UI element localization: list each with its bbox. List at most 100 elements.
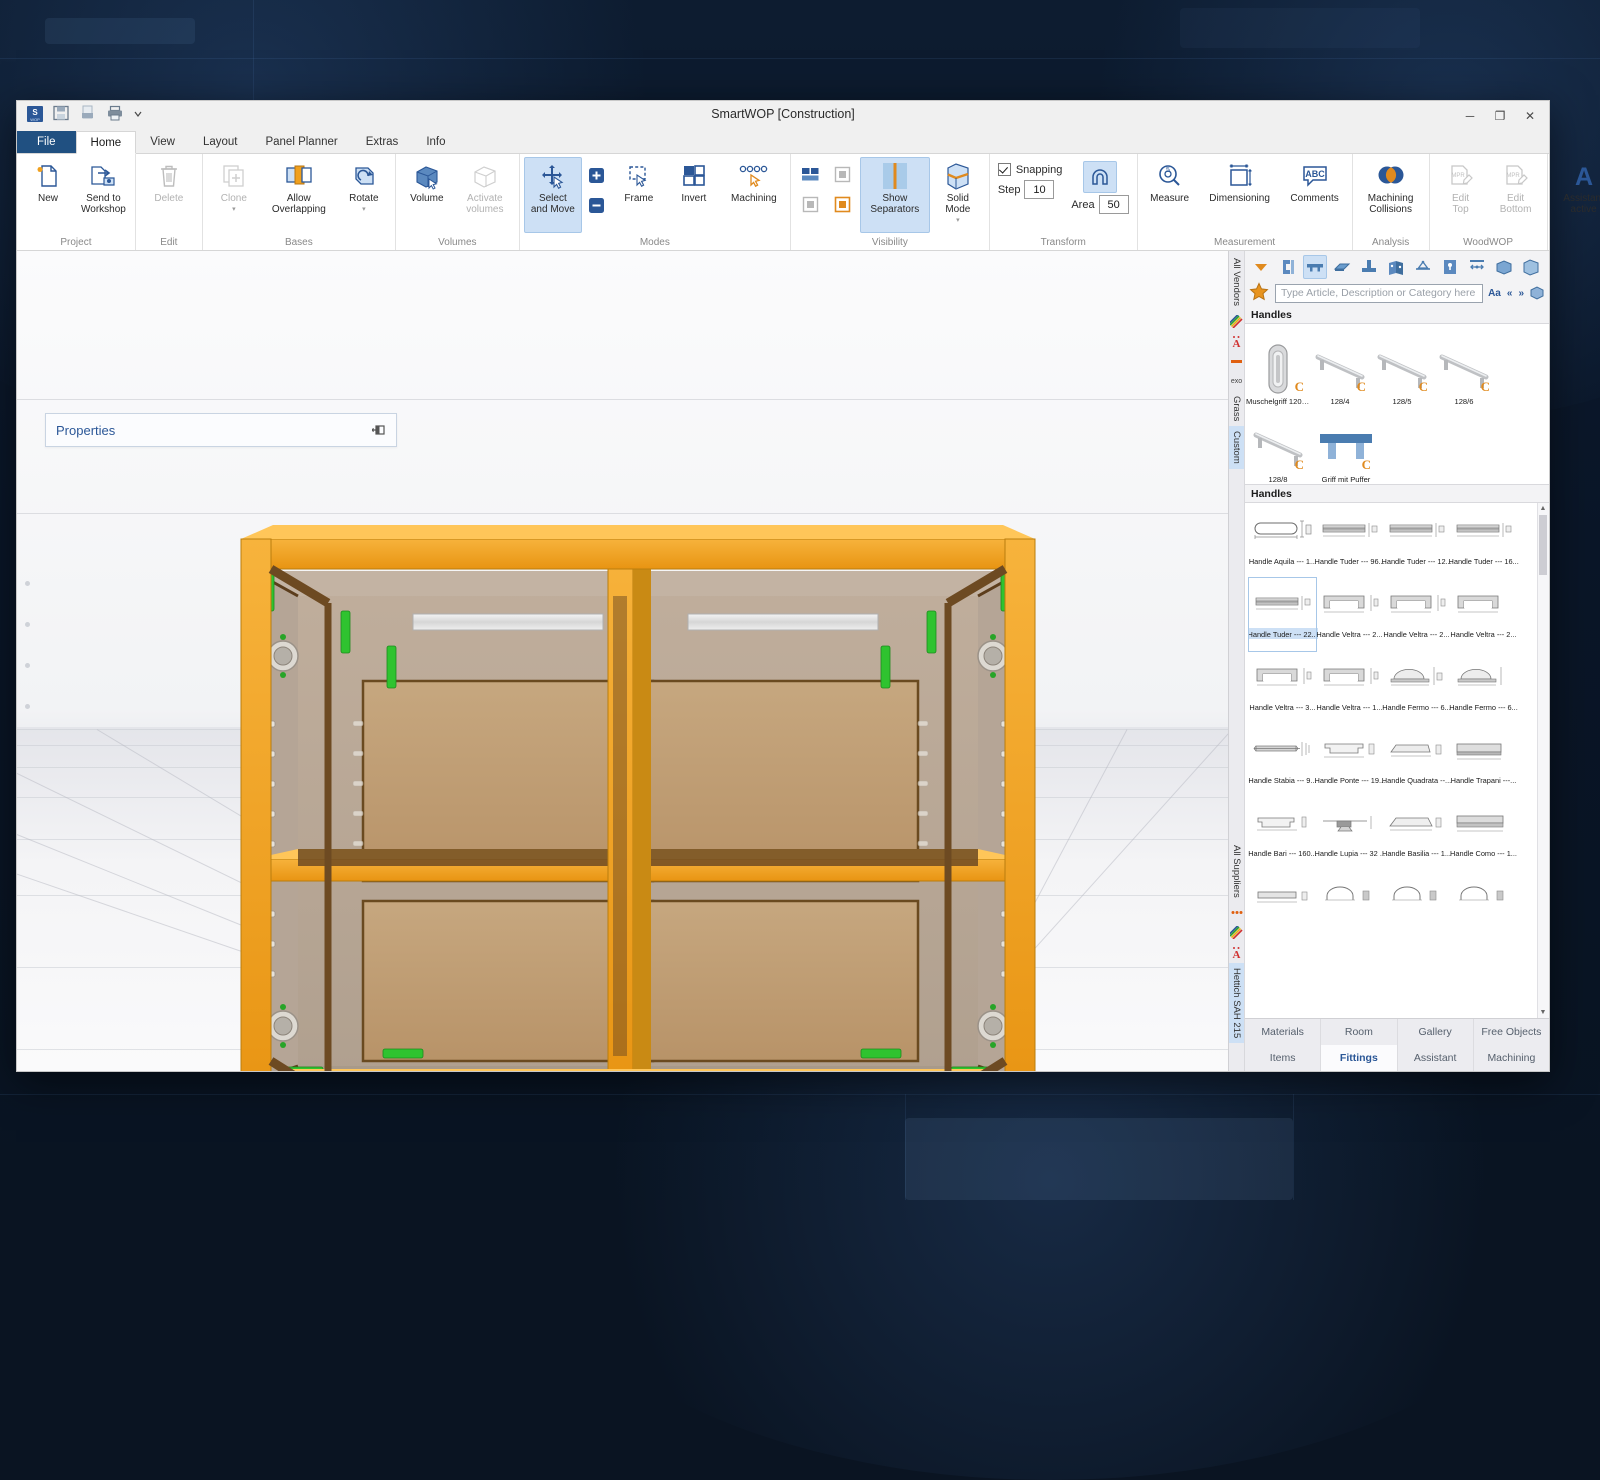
close-button[interactable]: ✕ [1515,103,1545,129]
list-item[interactable] [1249,870,1316,943]
3d-viewport[interactable]: Cabinet Properties [17,251,1228,1071]
ribbon-tab-extras[interactable]: Extras [352,131,413,153]
rotate-button[interactable]: Rotate ▾ [337,157,391,217]
solid-mode-split-arrow-icon[interactable]: ▾ [956,215,960,226]
hinge-plate-icon[interactable] [1384,255,1408,279]
activate-volumes-button[interactable]: Activate volumes [455,157,515,217]
tab-items[interactable]: Items [1245,1045,1321,1071]
step-input[interactable] [1024,180,1054,199]
dimensioning-button[interactable]: Dimensioning [1199,157,1281,206]
show-grid-toggle[interactable] [797,190,825,218]
clone-split-arrow-icon[interactable]: ▾ [232,204,236,215]
list-item[interactable] [1450,870,1517,943]
volume-button[interactable]: Volume [400,157,454,206]
supplier-tab-hettich-sah-215[interactable]: Hettich SAH 215 [1229,963,1244,1043]
list-item[interactable]: Handle Trapani ---... [1450,724,1517,797]
list-item[interactable]: Handle Stabia --- 9... [1249,724,1316,797]
favorite-item[interactable]: Griff mit Puffer C [1309,406,1383,484]
vendor-tab-custom[interactable]: Custom [1229,426,1244,469]
dowel-icon[interactable] [1357,255,1381,279]
list-item[interactable]: Handle Tuder --- 16... [1450,505,1517,578]
select-and-move-button[interactable]: Select and Move [524,157,582,233]
frame-button[interactable]: Frame [612,157,666,206]
show-fittings-toggle[interactable] [829,160,857,188]
edge-banding-icon[interactable] [1330,255,1354,279]
delete-button[interactable]: Delete [140,157,198,206]
catalog-item-list[interactable]: Handle Aquila --- 1... [1245,503,1549,1018]
cabinet-fitting-icon[interactable] [1519,255,1543,279]
ribbon-tab-home[interactable]: Home [76,131,137,154]
lock-fitting-icon[interactable] [1438,255,1462,279]
list-item[interactable]: Handle Tuder --- 22... [1249,578,1316,651]
list-item[interactable]: Handle Veltra --- 3... [1249,651,1316,724]
tab-fittings[interactable]: Fittings [1321,1045,1397,1071]
tab-materials[interactable]: Materials [1245,1019,1321,1045]
rainbow-stripes-icon-2[interactable] [1229,925,1244,941]
clone-button[interactable]: Clone ▾ [207,157,261,217]
shelf-support-icon[interactable] [1303,255,1327,279]
search-options-icon[interactable] [1529,286,1545,300]
expand-chevron-icon[interactable] [1249,255,1273,279]
properties-panel[interactable]: Properties [45,413,397,447]
list-item[interactable] [1383,870,1450,943]
machining-collisions-button[interactable]: Machining Collisions [1357,157,1425,217]
cabinet-model[interactable] [233,451,1043,1071]
catalog-scrollbar[interactable]: ▲ ▼ [1537,503,1549,1018]
rotate-split-arrow-icon[interactable]: ▾ [362,204,366,215]
allow-overlapping-button[interactable]: Allow Overlapping [262,157,336,217]
pin-icon[interactable] [372,424,386,436]
search-input[interactable]: Type Article, Description or Category he… [1275,284,1483,303]
tab-free-objects[interactable]: Free Objects [1474,1019,1549,1045]
list-item[interactable]: Handle Como --- 1... [1450,797,1517,870]
favorite-item[interactable]: 128/4 C [1309,328,1371,406]
area-input[interactable] [1099,195,1129,214]
minimize-button[interactable]: ─ [1455,103,1485,129]
favorite-item[interactable]: 128/8 C [1247,406,1309,484]
ribbon-tab-info[interactable]: Info [412,131,459,153]
machining-button[interactable]: Machining [722,157,786,206]
ribbon-tab-file[interactable]: File [17,131,76,153]
catalog-scrollbar-thumb[interactable] [1539,515,1547,575]
vendor-tab-grass[interactable]: Grass [1229,391,1244,426]
drawer-box-icon[interactable] [1492,255,1516,279]
show-panels-toggle[interactable] [797,160,825,188]
invert-button[interactable]: Invert [667,157,721,206]
favorite-item[interactable]: Muschelgriff 120/40... C [1247,328,1309,406]
comments-button[interactable]: ABC Comments [1282,157,1348,206]
star-icon[interactable] [1249,282,1271,304]
supplier-tab-all-suppliers[interactable]: All Suppliers [1229,840,1244,903]
a-umlaut-icon[interactable]: A [1229,333,1244,349]
list-item[interactable]: Handle Lupia --- 32 ... [1316,797,1383,870]
magnet-snap-button[interactable] [1083,161,1117,193]
a-umlaut-icon-2[interactable]: A [1229,945,1244,961]
solid-mode-button[interactable]: Solid Mode ▾ [931,157,985,228]
list-item[interactable]: Handle Tuder --- 96... [1316,505,1383,578]
tab-assistant[interactable]: Assistant [1398,1045,1474,1071]
restore-button[interactable]: ❐ [1485,103,1515,129]
ribbon-tab-view[interactable]: View [136,131,189,153]
remove-from-selection-button[interactable] [583,191,611,219]
list-item[interactable]: Handle Tuder --- 12... [1383,505,1450,578]
list-item[interactable] [1316,870,1383,943]
scroll-up-arrow-icon[interactable]: ▲ [1538,503,1548,514]
ribbon-tab-panel-planner[interactable]: Panel Planner [251,131,351,153]
ribbon-tab-layout[interactable]: Layout [189,131,252,153]
list-item[interactable]: Handle Ponte --- 19... [1316,724,1383,797]
favorite-item[interactable]: 128/5 C [1371,328,1433,406]
list-item[interactable]: Handle Veltra --- 2... [1383,578,1450,651]
connector-fitting-icon[interactable] [1276,255,1300,279]
list-item[interactable]: Handle Bari --- 160... [1249,797,1316,870]
add-to-selection-button[interactable] [583,161,611,189]
measure-button[interactable]: 5 Measure [1142,157,1198,206]
vendor-tab-all-vendors[interactable]: All Vendors [1229,253,1244,311]
next-match-button[interactable]: » [1517,288,1525,299]
list-item[interactable]: Handle Aquila --- 1... [1249,505,1316,578]
list-item[interactable]: Handle Quadrata --... [1383,724,1450,797]
show-separators-button[interactable]: Show Separators [860,157,930,233]
new-button[interactable]: New [21,157,75,206]
list-item[interactable]: Handle Veltra --- 1... [1316,651,1383,724]
tab-machining[interactable]: Machining [1474,1045,1549,1071]
edit-top-button[interactable]: MPR Edit Top [1434,157,1488,217]
connector-arrow-icon[interactable] [1465,255,1489,279]
send-to-workshop-button[interactable]: Send to Workshop [76,157,131,217]
